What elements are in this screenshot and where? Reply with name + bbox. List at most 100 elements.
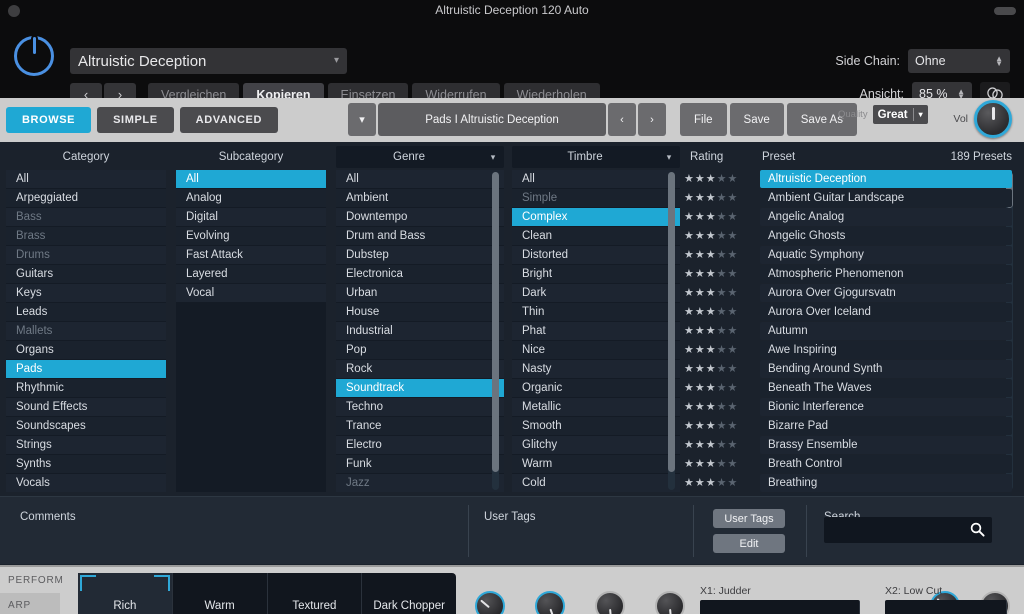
star-icon[interactable]: ★ <box>706 382 716 394</box>
list-item[interactable]: Electronica <box>336 265 504 283</box>
star-icon[interactable]: ★ <box>728 268 738 280</box>
star-icon[interactable]: ★ <box>684 401 694 413</box>
column-header-genre[interactable]: Genre ▾ <box>336 146 504 168</box>
list-item[interactable]: Thin <box>512 303 680 321</box>
star-icon[interactable]: ★ <box>695 287 705 299</box>
macro-knob-4[interactable] <box>655 591 685 614</box>
rating-stars[interactable]: ★★★★★ <box>684 455 759 473</box>
star-icon[interactable]: ★ <box>717 230 727 242</box>
star-icon[interactable]: ★ <box>706 268 716 280</box>
list-item[interactable]: Electro <box>336 436 504 454</box>
preset-list-item[interactable]: Awe Inspiring <box>760 341 1012 359</box>
list-item[interactable]: Cold <box>512 474 680 492</box>
list-item[interactable]: Brass <box>6 227 166 245</box>
star-icon[interactable]: ★ <box>717 477 727 489</box>
star-icon[interactable]: ★ <box>717 344 727 356</box>
pad-textured[interactable]: Textured <box>268 573 363 614</box>
side-chain-select[interactable]: Ohne ▲ ▼ <box>908 49 1010 73</box>
star-icon[interactable]: ★ <box>684 249 694 261</box>
scrollbar-timbre[interactable] <box>668 172 675 490</box>
star-icon[interactable]: ★ <box>684 211 694 223</box>
list-item[interactable]: Rhythmic <box>6 379 166 397</box>
star-icon[interactable]: ★ <box>706 230 716 242</box>
preset-list-item[interactable]: Breathing <box>760 474 1012 492</box>
rating-stars[interactable]: ★★★★★ <box>684 246 759 264</box>
file-button[interactable]: File <box>680 103 727 136</box>
list-item[interactable]: Evolving <box>176 227 326 245</box>
browse-dropdown-icon[interactable]: ▾ <box>348 103 376 136</box>
preset-list-item[interactable]: Breath Control <box>760 455 1012 473</box>
star-icon[interactable]: ★ <box>706 344 716 356</box>
tab-simple[interactable]: SIMPLE <box>97 107 174 133</box>
preset-name-field[interactable]: Altruistic Deception ▾ <box>70 48 347 74</box>
preset-list-item[interactable]: Atmospheric Phenomenon <box>760 265 1012 283</box>
scrollbar-thumb[interactable] <box>668 172 675 472</box>
star-icon[interactable]: ★ <box>684 325 694 337</box>
list-item[interactable]: Digital <box>176 208 326 226</box>
preset-list-item[interactable]: Beneath The Waves <box>760 379 1012 397</box>
browse-next-button[interactable]: › <box>638 103 666 136</box>
star-icon[interactable]: ★ <box>706 249 716 261</box>
star-icon[interactable]: ★ <box>728 325 738 337</box>
star-icon[interactable]: ★ <box>695 268 705 280</box>
star-icon[interactable]: ★ <box>695 420 705 432</box>
list-item[interactable]: Metallic <box>512 398 680 416</box>
preset-list-item[interactable]: Aurora Over Gjogursvatn <box>760 284 1012 302</box>
pad-warm[interactable]: Warm <box>173 573 268 614</box>
list-item[interactable]: Funk <box>336 455 504 473</box>
star-icon[interactable]: ★ <box>706 173 716 185</box>
rating-stars[interactable]: ★★★★★ <box>684 284 759 302</box>
star-icon[interactable]: ★ <box>695 401 705 413</box>
list-item[interactable]: Drums <box>6 246 166 264</box>
rating-stars[interactable]: ★★★★★ <box>684 379 759 397</box>
preset-list-item[interactable]: Angelic Analog <box>760 208 1012 226</box>
star-icon[interactable]: ★ <box>717 325 727 337</box>
list-item[interactable]: Bright <box>512 265 680 283</box>
list-item[interactable]: Fast Attack <box>176 246 326 264</box>
preset-list-item[interactable]: Autumn <box>760 322 1012 340</box>
list-item[interactable]: Pads <box>6 360 166 378</box>
star-icon[interactable]: ★ <box>728 249 738 261</box>
list-item[interactable]: Industrial <box>336 322 504 340</box>
star-icon[interactable]: ★ <box>695 325 705 337</box>
rating-stars[interactable]: ★★★★★ <box>684 341 759 359</box>
star-icon[interactable]: ★ <box>717 439 727 451</box>
x2-slot[interactable] <box>885 600 1007 614</box>
star-icon[interactable]: ★ <box>706 287 716 299</box>
rating-stars[interactable]: ★★★★★ <box>684 417 759 435</box>
star-icon[interactable]: ★ <box>695 363 705 375</box>
star-icon[interactable]: ★ <box>684 268 694 280</box>
list-item[interactable]: Nice <box>512 341 680 359</box>
rating-stars[interactable]: ★★★★★ <box>684 265 759 283</box>
list-item[interactable]: Complex <box>512 208 680 226</box>
power-icon[interactable] <box>14 36 54 76</box>
list-item[interactable]: Keys <box>6 284 166 302</box>
scrollbar-thumb[interactable] <box>492 172 499 472</box>
list-item[interactable]: Mallets <box>6 322 166 340</box>
star-icon[interactable]: ★ <box>706 211 716 223</box>
preset-list-item[interactable]: Altruistic Deception <box>760 170 1012 188</box>
star-icon[interactable]: ★ <box>706 401 716 413</box>
macro-knob-1[interactable] <box>475 591 505 614</box>
list-genre[interactable]: All Ambient Downtempo Drum and Bass Dubstep E… <box>336 170 504 492</box>
star-icon[interactable]: ★ <box>706 192 716 204</box>
star-icon[interactable]: ★ <box>695 344 705 356</box>
star-icon[interactable]: ★ <box>717 363 727 375</box>
browse-path-display[interactable]: Pads I Altruistic Deception <box>378 103 606 136</box>
star-icon[interactable]: ★ <box>684 306 694 318</box>
list-item[interactable]: Synths <box>6 455 166 473</box>
macro-knob-3[interactable] <box>595 591 625 614</box>
list-item[interactable]: Glitchy <box>512 436 680 454</box>
list-item[interactable]: Distorted <box>512 246 680 264</box>
star-icon[interactable]: ★ <box>684 382 694 394</box>
star-icon[interactable]: ★ <box>706 458 716 470</box>
list-item[interactable]: Warm <box>512 455 680 473</box>
rating-stars[interactable]: ★★★★★ <box>684 322 759 340</box>
list-preset[interactable]: Altruistic Deception Ambient Guitar Lands… <box>760 170 1012 512</box>
list-item[interactable]: Analog <box>176 189 326 207</box>
star-icon[interactable]: ★ <box>706 477 716 489</box>
quality-select[interactable]: Great ▾ <box>872 105 928 124</box>
pad-dark-chopper[interactable]: Dark Chopper <box>362 573 456 614</box>
volume-knob[interactable] <box>974 100 1012 138</box>
star-icon[interactable]: ★ <box>728 287 738 299</box>
